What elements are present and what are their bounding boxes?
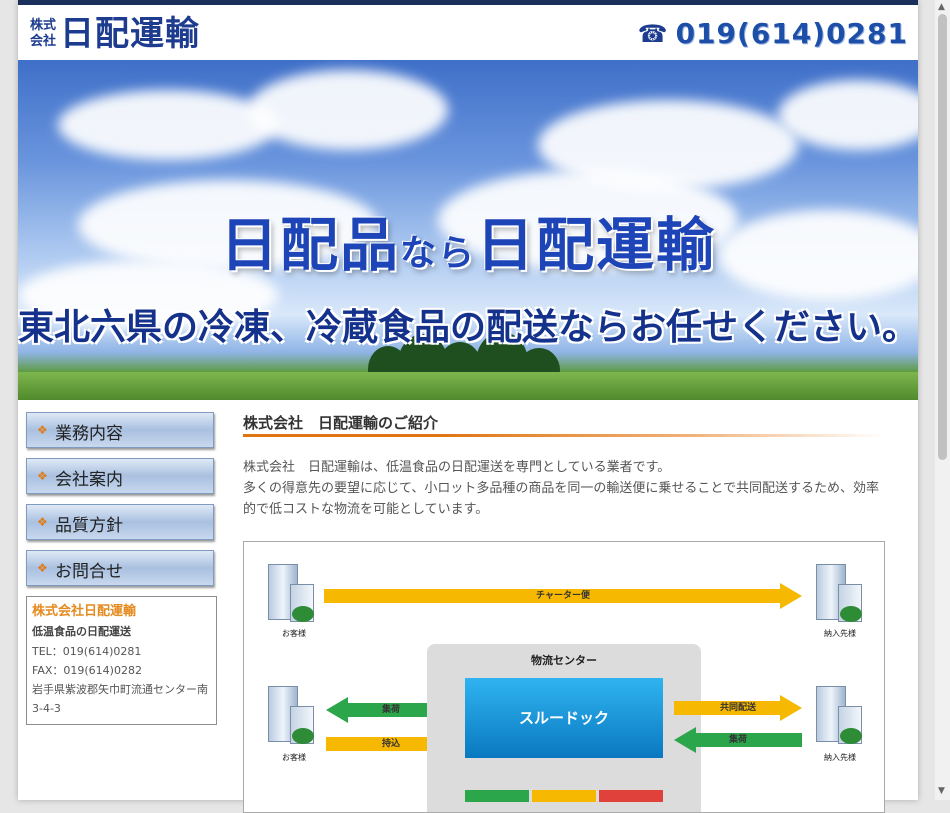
telephone-icon: ☎ — [637, 20, 668, 48]
nav-contact[interactable]: ❖ お問合せ — [26, 550, 214, 586]
vertical-scrollbar[interactable]: ▲ ▼ — [935, 0, 950, 800]
customer-label-2: お客様 — [282, 753, 306, 762]
intro-line-2: 多くの得意先の要望に応じて、小ロット多品種の商品を同一の輸送便に乗せることで共同… — [243, 481, 879, 517]
nav-label: 業務内容 — [55, 424, 123, 444]
company-logo[interactable]: 株式 会社 日配運輸 — [30, 15, 200, 53]
red-block — [599, 790, 663, 802]
building-icon — [812, 684, 864, 746]
logistics-diagram: お客様 チャーター便 納入先様 お客様 集荷 持込 物流センター スルードック … — [243, 541, 885, 813]
scroll-down-icon[interactable]: ▼ — [938, 786, 945, 796]
customer-label: お客様 — [282, 629, 306, 638]
destination-label: 納入先様 — [824, 629, 856, 638]
info-address: 岩手県紫波郡矢巾町流通センター南3-4-3 — [32, 683, 208, 715]
collect-label-2: 集荷 — [728, 735, 747, 745]
joint-delivery-arrow: 共同配送 — [674, 695, 802, 721]
logo-prefix-line1: 株式 — [30, 18, 57, 33]
building-icon — [264, 684, 316, 746]
nav-quality[interactable]: ❖ 品質方針 — [26, 504, 214, 540]
hero-banner: 日配品なら日配運輸 東北六県の冷凍、冷蔵食品の配送ならお任せください。 — [18, 60, 918, 400]
site-header: 株式 会社 日配運輸 ☎ 019(614)0281 — [18, 5, 918, 60]
diamond-bullet-icon: ❖ — [37, 515, 48, 529]
nav-company[interactable]: ❖ 会社案内 — [26, 458, 214, 494]
company-info-box: 株式会社日配運輸 低温食品の日配運送 TEL：019(614)0281 FAX：… — [26, 596, 217, 725]
yellow-block — [532, 790, 596, 802]
info-fax: FAX：019(614)0282 — [32, 664, 142, 677]
main-content: 株式会社 日配運輸のご紹介 株式会社 日配運輸は、低温食品の日配運送を専門として… — [243, 412, 885, 813]
diamond-bullet-icon: ❖ — [37, 423, 48, 437]
hero-title: 日配品なら日配運輸 — [18, 198, 918, 282]
logo-prefix: 株式 会社 — [30, 18, 56, 50]
info-tel: TEL：019(614)0281 — [32, 645, 142, 658]
through-dock: スルードック — [465, 678, 663, 758]
info-tagline: 低温食品の日配運送 — [32, 625, 131, 638]
page-wrapper: 株式 会社 日配運輸 ☎ 019(614)0281 日配品なら日配運輸 東北六県… — [18, 0, 918, 813]
section-title: 株式会社 日配運輸のご紹介 — [243, 412, 885, 437]
phone-number: 019(614)0281 — [675, 17, 908, 50]
destination-label-2: 納入先様 — [824, 753, 856, 762]
green-block — [465, 790, 529, 802]
hero-title-part3: 日配運輸 — [476, 211, 717, 279]
scroll-thumb[interactable] — [938, 14, 947, 460]
distribution-center: 物流センター スルードック — [427, 644, 701, 812]
charter-label: チャーター便 — [536, 591, 590, 601]
intro-text: 株式会社 日配運輸は、低温食品の日配運送を専門としている業者です。 多くの得意先… — [243, 457, 885, 520]
sidebar: ❖ 業務内容 ❖ 会社案内 ❖ 品質方針 ❖ お問合せ 株式会社日配運輸 低温食… — [26, 412, 217, 725]
building-icon — [264, 562, 316, 624]
center-label: 物流センター — [531, 654, 597, 667]
logo-prefix-line2: 会社 — [30, 34, 57, 49]
info-company-name: 株式会社日配運輸 — [32, 604, 137, 619]
nav-label: 会社案内 — [55, 470, 123, 490]
header-phone: ☎ 019(614)0281 — [638, 19, 908, 49]
logo-name: 日配運輸 — [60, 14, 201, 54]
diamond-bullet-icon: ❖ — [37, 561, 48, 575]
diamond-bullet-icon: ❖ — [37, 469, 48, 483]
joint-label: 共同配送 — [719, 703, 756, 713]
nav-label: 品質方針 — [55, 516, 123, 536]
hero-title-part1: 日配品 — [219, 211, 400, 279]
charter-arrow: チャーター便 — [324, 583, 802, 609]
intro-line-1: 株式会社 日配運輸は、低温食品の日配運送を専門としている業者です。 — [243, 460, 671, 475]
nav-label: お問合せ — [55, 562, 123, 582]
hero-subtitle: 東北六県の冷凍、冷蔵食品の配送ならお任せください。 — [18, 307, 918, 348]
nav-business[interactable]: ❖ 業務内容 — [26, 412, 214, 448]
collect-arrow-right: 集荷 — [674, 727, 802, 753]
grass-field — [18, 372, 918, 400]
hero-title-part2: なら — [399, 233, 476, 274]
scroll-up-icon[interactable]: ▲ — [938, 2, 945, 12]
building-icon — [812, 562, 864, 624]
